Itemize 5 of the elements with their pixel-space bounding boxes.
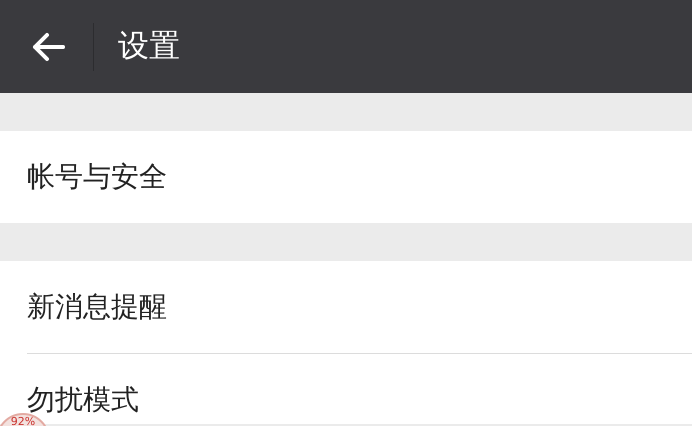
settings-item[interactable]: 帐号与安全 [27,163,167,191]
percentage-label: 92% [10,416,36,426]
settings-item[interactable]: 新消息提醒 [27,293,167,321]
settings-item[interactable]: 勿扰模式 [27,386,139,414]
page-title: 设置 [118,27,180,66]
